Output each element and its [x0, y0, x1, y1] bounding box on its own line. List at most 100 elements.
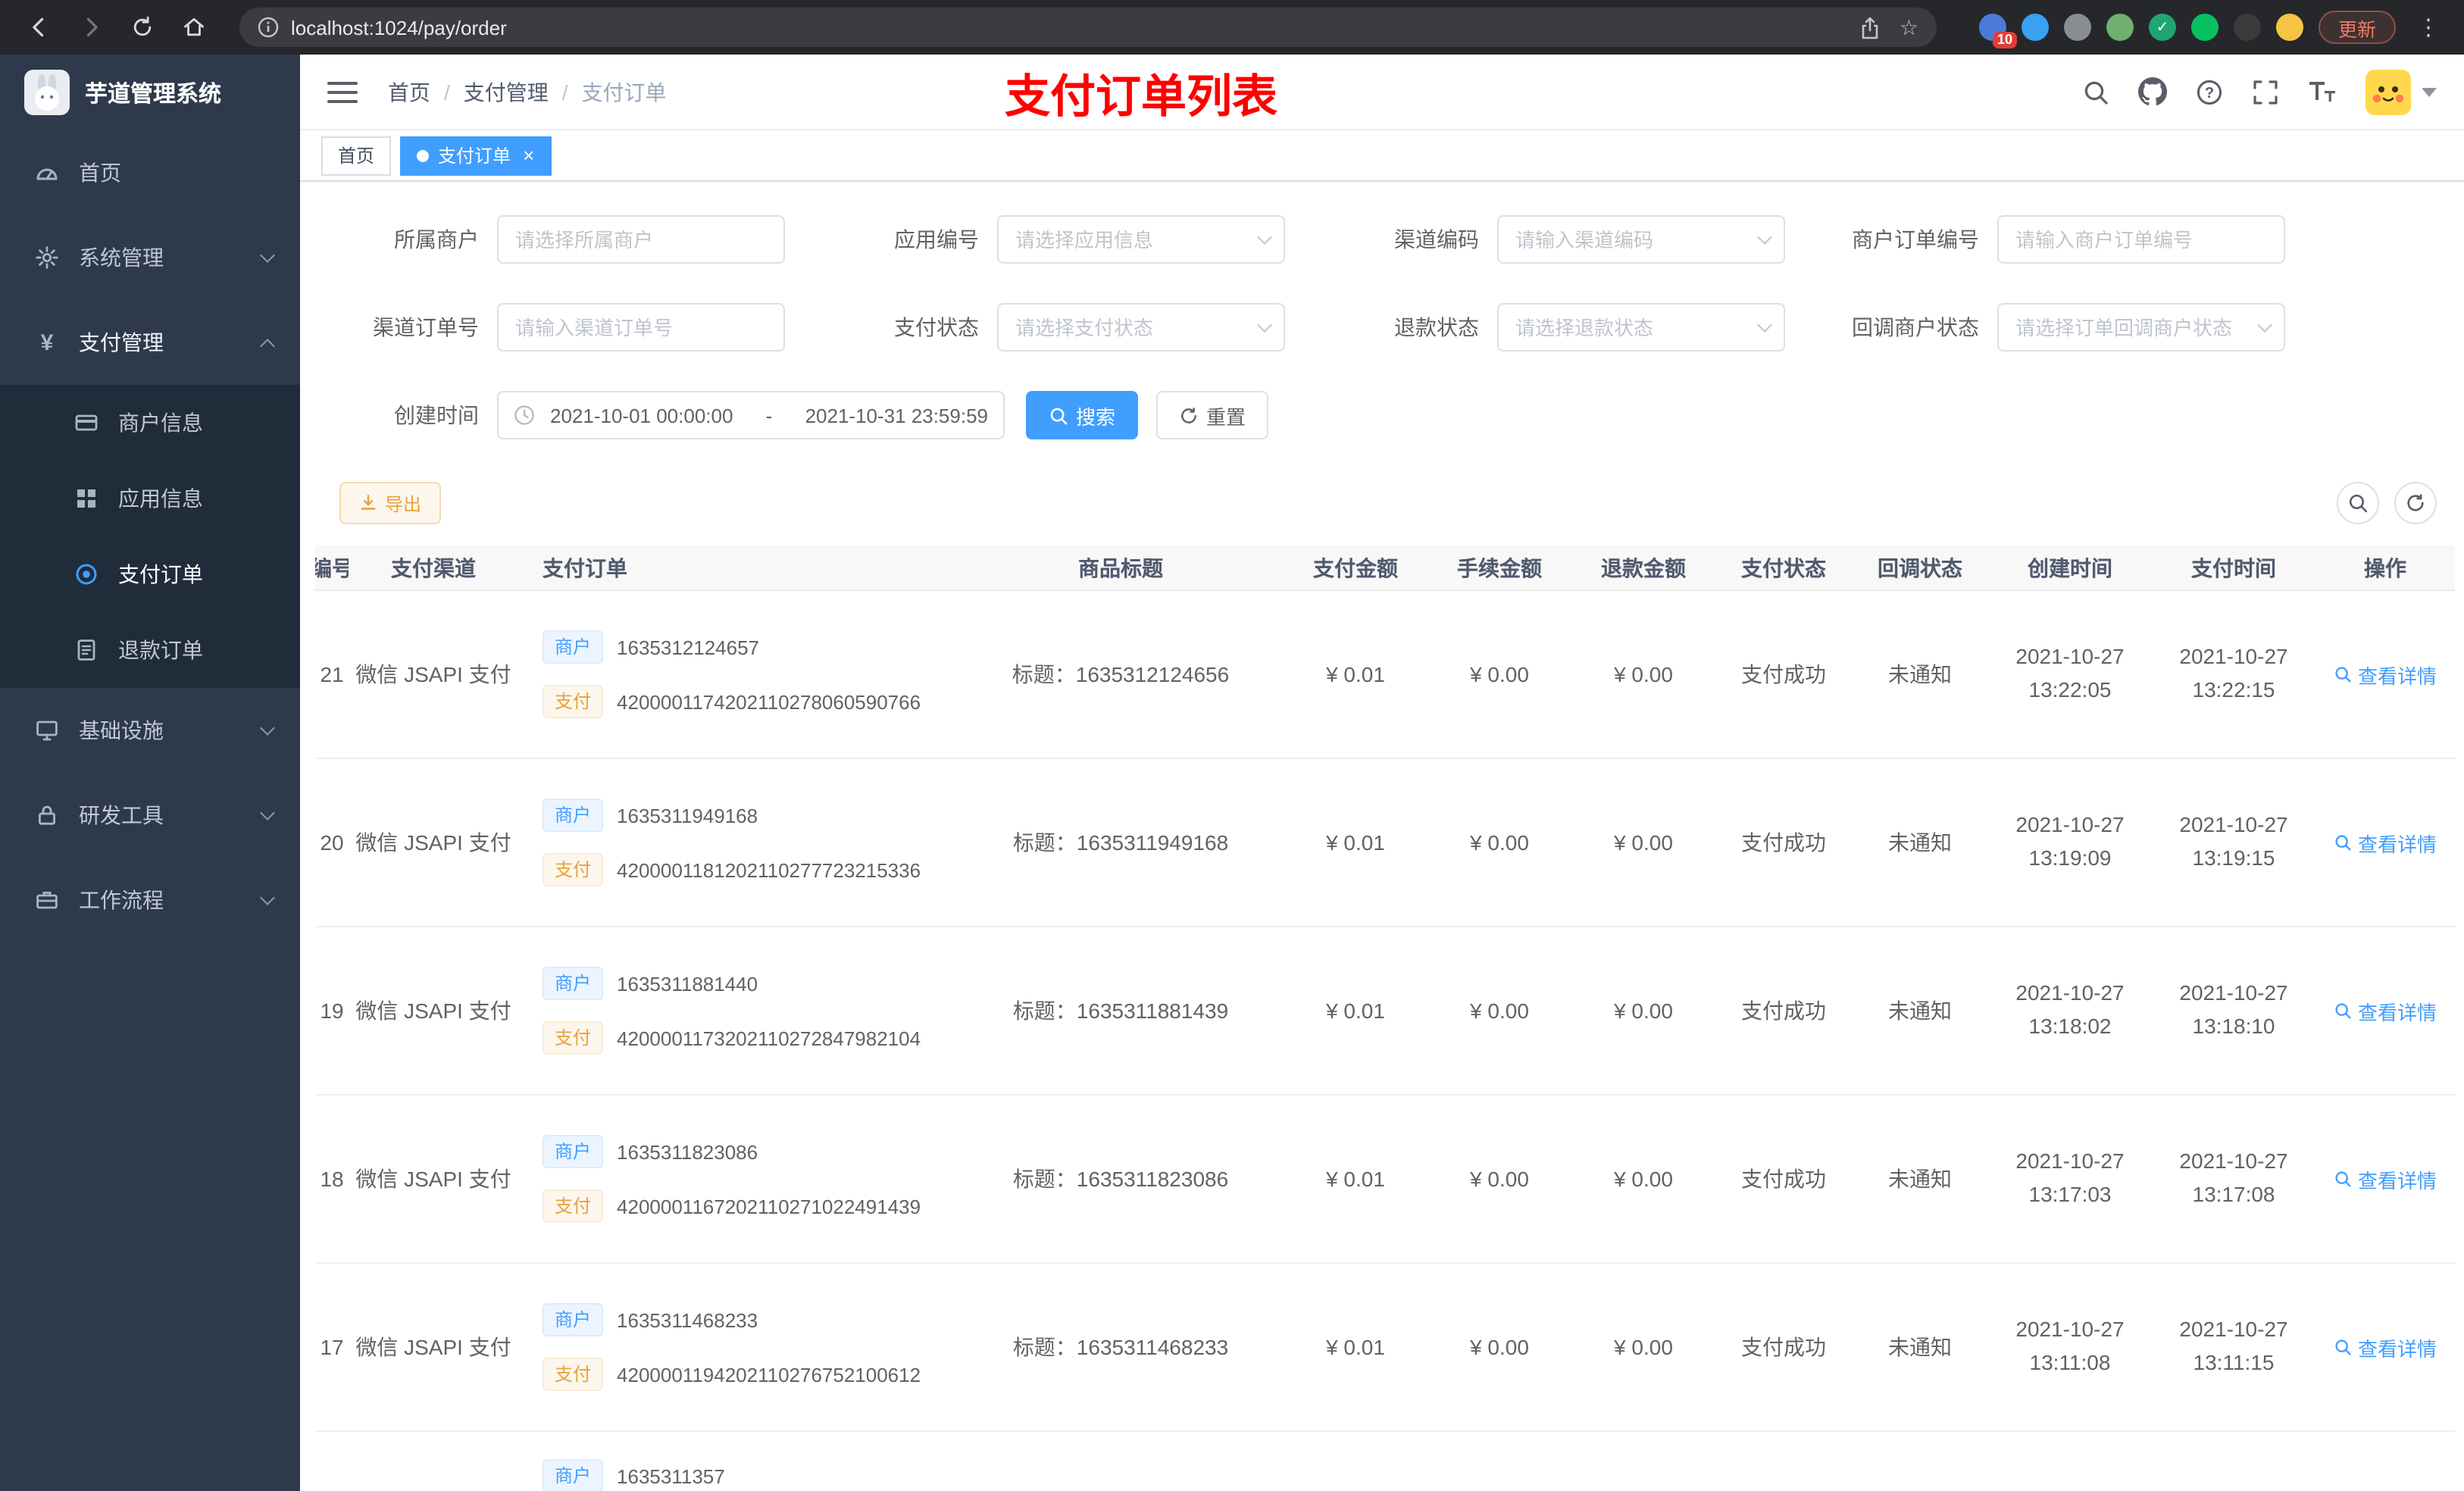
- reset-button[interactable]: 重置: [1156, 391, 1269, 439]
- refund-amount: ¥ 0.00: [1614, 1167, 1673, 1191]
- home-icon[interactable]: [173, 6, 215, 48]
- filter-create-time: 创建时间 2021-10-01 00:00:00 - 2021-10-31 23…: [315, 391, 2464, 439]
- logo-avatar: [24, 70, 70, 115]
- table-row: 21 微信 JSAPI 支付 商户 1635312124657 支付 42000…: [315, 591, 2455, 759]
- merchant-tag: 商户: [543, 799, 604, 832]
- chevron-down-icon: [260, 720, 275, 736]
- order-id: 20: [320, 830, 344, 855]
- pay-order-no: 4200001181202110277723215336: [617, 858, 921, 881]
- filter-channel-code: 渠道编码: [1315, 215, 1815, 264]
- notify-status: 未通知: [1888, 999, 1952, 1023]
- refund-amount: ¥ 0.00: [1614, 999, 1673, 1023]
- sidebar-toggle-icon[interactable]: [327, 81, 358, 102]
- pay-tag: 支付: [543, 1021, 604, 1055]
- date-range-picker[interactable]: 2021-10-01 00:00:00 - 2021-10-31 23:59:5…: [497, 391, 1005, 439]
- notify-status: 未通知: [1888, 662, 1952, 686]
- sidebar-item-devtools[interactable]: 研发工具: [0, 773, 300, 858]
- fee-amount: ¥ 0.00: [1470, 830, 1529, 855]
- merchant-order-no: 1635311468233: [617, 1308, 758, 1331]
- reload-icon[interactable]: [121, 6, 164, 48]
- share-icon[interactable]: [1860, 16, 1881, 39]
- pay-time: 2021-10-27 13:19:15: [2179, 812, 2288, 870]
- github-icon[interactable]: [2138, 77, 2167, 106]
- sidebar-item-label: 应用信息: [118, 486, 203, 511]
- browser-menu-icon[interactable]: ⋮: [2411, 14, 2446, 41]
- tags-view-bar: 首页 支付订单 ×: [300, 130, 2464, 182]
- sidebar-item-payment[interactable]: ¥ 支付管理: [0, 300, 300, 385]
- search-button[interactable]: 搜索: [1026, 391, 1139, 439]
- table-header: 编号 支付渠道 支付订单 商品标题 支付金额 手续金额 退款金额 支付状态 回调…: [315, 545, 2455, 591]
- pay-status: 支付成功: [1741, 662, 1826, 686]
- help-icon[interactable]: ?: [2196, 78, 2223, 105]
- view-detail-link[interactable]: 查看详情: [2334, 996, 2437, 1025]
- sidebar-item-system[interactable]: 系统管理: [0, 215, 300, 300]
- extension-icon-4[interactable]: [2106, 14, 2134, 41]
- merchant-order-no: 1635311949168: [617, 804, 758, 827]
- merchant-order-no-input[interactable]: [1997, 215, 2285, 264]
- address-bar[interactable]: localhost:1024/pay/order ☆: [239, 8, 1937, 47]
- user-avatar: [2366, 69, 2411, 114]
- sidebar-item-merchant-info[interactable]: 商户信息: [0, 385, 300, 461]
- toggle-search-button[interactable]: [2337, 482, 2379, 524]
- chevron-down-icon: [260, 248, 275, 263]
- pay-channel: 微信 JSAPI 支付: [355, 1335, 511, 1359]
- forward-icon[interactable]: [70, 6, 112, 48]
- export-button[interactable]: 导出: [339, 482, 442, 524]
- sidebar-item-infra[interactable]: 基础设施: [0, 688, 300, 773]
- fullscreen-icon[interactable]: [2252, 78, 2279, 105]
- lock-icon: [33, 803, 61, 827]
- back-icon[interactable]: [18, 6, 61, 48]
- tab-pay-order[interactable]: 支付订单 ×: [400, 136, 552, 175]
- view-detail-link[interactable]: 查看详情: [2334, 660, 2437, 689]
- user-menu[interactable]: [2366, 69, 2437, 114]
- create-time: 2021-10-27 13:18:02: [2015, 980, 2125, 1038]
- view-detail-link[interactable]: 查看详情: [2334, 1333, 2437, 1361]
- site-info-icon[interactable]: [258, 17, 279, 38]
- monitor-icon: [33, 718, 61, 742]
- font-size-icon[interactable]: [2308, 79, 2337, 105]
- refresh-button[interactable]: [2394, 482, 2437, 524]
- goods-title: 标题：1635311881439: [1012, 999, 1229, 1023]
- app-select[interactable]: [997, 215, 1285, 264]
- extension-icon-2[interactable]: [2021, 14, 2049, 41]
- notify-status-select[interactable]: [1997, 303, 2285, 352]
- merchant-input[interactable]: [497, 215, 785, 264]
- sidebar: 芋道管理系统 首页 系统管理 ¥ 支付管理 商户信息 应用信息 支付订单 退款订…: [0, 55, 300, 1491]
- channel-order-no-input[interactable]: [497, 303, 785, 352]
- extension-icon-5[interactable]: ✓: [2148, 14, 2176, 41]
- extension-icon-1[interactable]: 10: [1978, 14, 2017, 48]
- filter-merchant: 所属商户: [315, 215, 815, 264]
- refund-amount: ¥ 0.00: [1614, 662, 1673, 686]
- merchant-order-no: 1635311823086: [617, 1140, 758, 1163]
- view-detail-link[interactable]: 查看详情: [2334, 1164, 2437, 1193]
- browser-update-button[interactable]: 更新: [2318, 11, 2396, 44]
- breadcrumb-home[interactable]: 首页: [388, 77, 430, 107]
- pay-amount: ¥ 0.01: [1326, 662, 1385, 686]
- create-time: 2021-10-27 13:17:03: [2015, 1149, 2125, 1206]
- merchant-order-no: 1635311881440: [617, 972, 758, 995]
- refund-status-select[interactable]: [1497, 303, 1785, 352]
- tab-home[interactable]: 首页: [321, 136, 392, 175]
- bookmark-star-icon[interactable]: ☆: [1900, 14, 1918, 40]
- pay-amount: ¥ 0.01: [1326, 1167, 1385, 1191]
- extension-icon-7[interactable]: [2233, 14, 2261, 41]
- sidebar-item-home[interactable]: 首页: [0, 130, 300, 215]
- sidebar-item-pay-order[interactable]: 支付订单: [0, 536, 300, 612]
- pay-order-no: 4200001194202110276752100612: [617, 1363, 921, 1386]
- channel-code-select[interactable]: [1497, 215, 1785, 264]
- extension-icon-6[interactable]: [2190, 14, 2219, 41]
- extension-icon-3[interactable]: [2063, 14, 2091, 41]
- document-icon: [73, 638, 100, 662]
- sidebar-item-app-info[interactable]: 应用信息: [0, 461, 300, 536]
- search-icon[interactable]: [2082, 78, 2109, 105]
- sidebar-item-refund-order[interactable]: 退款订单: [0, 612, 300, 688]
- refund-amount: ¥ 0.00: [1614, 830, 1673, 855]
- close-icon[interactable]: ×: [523, 145, 534, 165]
- pay-status-select[interactable]: [997, 303, 1285, 352]
- breadcrumb-payment[interactable]: 支付管理: [464, 77, 549, 107]
- sidebar-item-workflow[interactable]: 工作流程: [0, 858, 300, 942]
- extension-icon-8[interactable]: [2275, 14, 2303, 41]
- view-detail-link[interactable]: 查看详情: [2334, 828, 2437, 857]
- create-time: 2021-10-27 13:22:05: [2015, 644, 2125, 702]
- sidebar-logo[interactable]: 芋道管理系统: [0, 55, 300, 130]
